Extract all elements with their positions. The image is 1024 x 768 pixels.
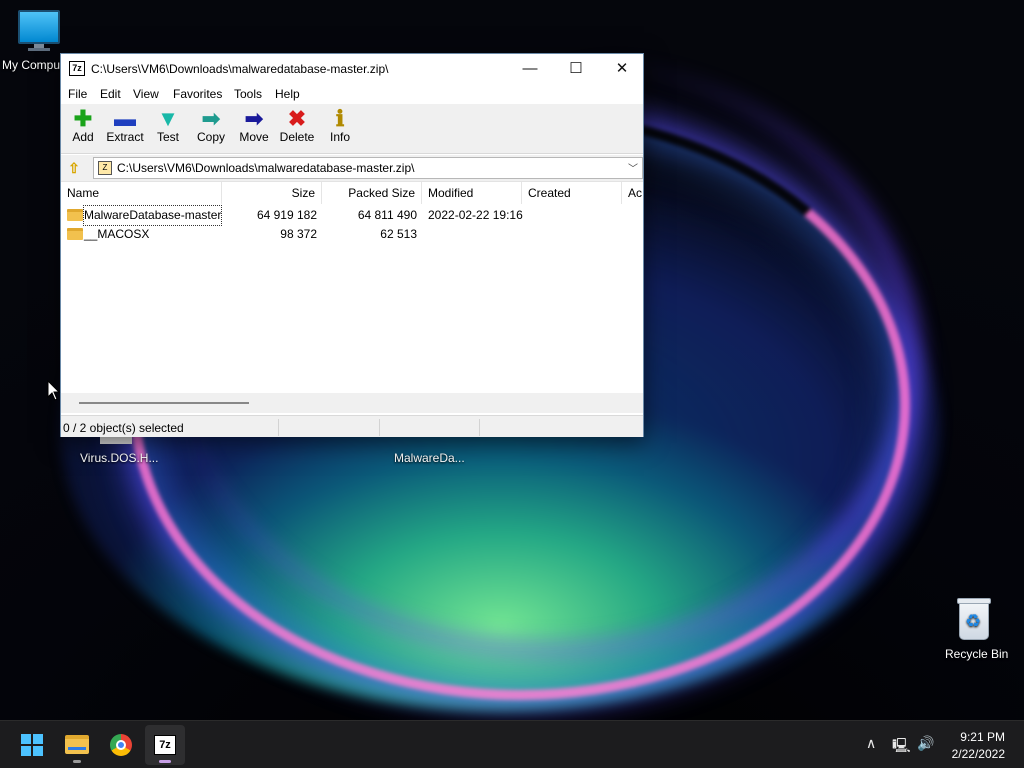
volume-icon[interactable]: 🔊 bbox=[917, 735, 934, 752]
status-bar: 0 / 2 object(s) selected bbox=[61, 415, 643, 437]
window-title: C:\Users\VM6\Downloads\malwaredatabase-m… bbox=[91, 62, 389, 76]
test-icon: ▼ bbox=[157, 106, 179, 131]
column-size[interactable]: Size bbox=[222, 182, 322, 204]
desktop-icon-label: Recycle Bin bbox=[945, 647, 1009, 661]
row-packed-size: 64 811 490 bbox=[357, 208, 417, 222]
add-button[interactable]: ✚ Add bbox=[61, 106, 105, 152]
info-icon: ℹ bbox=[335, 106, 345, 131]
file-list[interactable]: Name Size Packed Size Modified Created A… bbox=[61, 181, 643, 413]
row-packed-size: 62 513 bbox=[380, 227, 417, 241]
row-modified: 2022-02-22 19:16 bbox=[428, 208, 523, 222]
column-name[interactable]: Name bbox=[61, 182, 222, 204]
menu-view[interactable]: View bbox=[133, 87, 159, 101]
copy-icon: ➡ bbox=[201, 106, 221, 131]
folder-icon bbox=[65, 735, 89, 754]
start-button[interactable] bbox=[12, 725, 52, 765]
chrome-icon bbox=[110, 734, 132, 756]
network-icon[interactable]: 🖳 bbox=[892, 735, 911, 759]
test-button[interactable]: ▼ Test bbox=[146, 106, 190, 152]
archive-icon: Z bbox=[98, 161, 112, 175]
clock-date[interactable]: 2/22/2022 bbox=[952, 747, 1005, 761]
menu-bar: File Edit View Favorites Tools Help bbox=[61, 84, 643, 104]
horizontal-scrollbar[interactable] bbox=[61, 393, 643, 413]
table-row[interactable]: __MACOSX 98 372 62 513 bbox=[61, 225, 643, 244]
sevenzip-window[interactable]: 7z C:\Users\VM6\Downloads\malwaredatabas… bbox=[60, 53, 644, 437]
menu-favorites[interactable]: Favorites bbox=[173, 87, 222, 101]
sevenzip-icon: 7z bbox=[154, 735, 176, 755]
info-button[interactable]: ℹ Info bbox=[318, 106, 362, 152]
recycle-bin-icon: ♻ bbox=[957, 596, 991, 640]
taskbar-chrome[interactable] bbox=[101, 725, 141, 765]
address-path[interactable]: C:\Users\VM6\Downloads\malwaredatabase-m… bbox=[117, 161, 414, 175]
clock-time[interactable]: 9:21 PM bbox=[960, 730, 1005, 744]
folder-icon bbox=[67, 228, 83, 240]
chevron-down-icon[interactable]: ﹀ bbox=[628, 160, 638, 175]
row-name[interactable]: MalwareDatabase-master bbox=[82, 205, 223, 226]
toolbar: ✚ Add ▬ Extract ▼ Test ➡ Copy ➡ Move ✖ D… bbox=[61, 104, 643, 154]
scrollbar-thumb[interactable] bbox=[79, 402, 249, 404]
row-name[interactable]: __MACOSX bbox=[84, 225, 149, 244]
chevron-up-icon[interactable]: ∧ bbox=[866, 735, 876, 752]
desktop-icon-virus-dos[interactable]: Virus.DOS.H... bbox=[76, 436, 159, 466]
file-icon bbox=[100, 436, 132, 444]
table-row[interactable]: MalwareDatabase-master 64 919 182 64 811… bbox=[61, 205, 643, 226]
row-size: 64 919 182 bbox=[256, 208, 317, 222]
address-bar: ⇧ Z C:\Users\VM6\Downloads\malwaredataba… bbox=[61, 155, 643, 181]
sevenzip-app-icon[interactable]: 7z bbox=[69, 61, 85, 76]
menu-help[interactable]: Help bbox=[275, 87, 300, 101]
close-button[interactable]: ✕ bbox=[599, 54, 645, 84]
monitor-icon bbox=[18, 10, 60, 44]
status-text: 0 / 2 object(s) selected bbox=[63, 421, 184, 435]
menu-file[interactable]: File bbox=[68, 87, 87, 101]
column-modified[interactable]: Modified bbox=[422, 182, 522, 204]
folder-icon bbox=[67, 209, 83, 221]
column-created[interactable]: Created bbox=[522, 182, 622, 204]
taskbar-7zip[interactable]: 7z bbox=[145, 725, 185, 765]
move-icon: ➡ bbox=[244, 106, 264, 131]
delete-icon: ✖ bbox=[287, 106, 307, 131]
copy-button[interactable]: ➡ Copy bbox=[189, 106, 233, 152]
delete-button[interactable]: ✖ Delete bbox=[275, 106, 319, 152]
desktop-icon-malwareda[interactable]: MalwareDa... bbox=[388, 436, 468, 466]
desktop-icon-label: MalwareDa... bbox=[394, 451, 465, 465]
move-button[interactable]: ➡ Move bbox=[232, 106, 276, 152]
taskbar: 7z ∧ 🖳 🔊 9:21 PM 2/22/2022 bbox=[0, 720, 1024, 768]
menu-tools[interactable]: Tools bbox=[234, 87, 262, 101]
column-packed-size[interactable]: Packed Size bbox=[322, 182, 422, 204]
menu-edit[interactable]: Edit bbox=[100, 87, 121, 101]
extract-button[interactable]: ▬ Extract bbox=[103, 106, 147, 152]
windows-logo-icon bbox=[21, 734, 43, 756]
desktop-icon-recycle-bin[interactable]: ♻ Recycle Bin bbox=[940, 590, 1014, 670]
row-size: 98 372 bbox=[280, 227, 317, 241]
add-icon: ✚ bbox=[73, 106, 93, 131]
extract-icon: ▬ bbox=[114, 106, 136, 131]
maximize-button[interactable]: ☐ bbox=[553, 54, 599, 84]
title-bar[interactable]: 7z C:\Users\VM6\Downloads\malwaredatabas… bbox=[61, 54, 643, 84]
address-combo[interactable]: Z C:\Users\VM6\Downloads\malwaredatabase… bbox=[93, 157, 643, 179]
taskbar-file-explorer[interactable] bbox=[57, 725, 97, 765]
desktop-icon-label: Virus.DOS.H... bbox=[80, 451, 159, 465]
minimize-button[interactable]: — bbox=[507, 54, 553, 84]
up-folder-icon[interactable]: ⇧ bbox=[65, 159, 83, 177]
column-accessed[interactable]: Ac bbox=[622, 182, 643, 204]
